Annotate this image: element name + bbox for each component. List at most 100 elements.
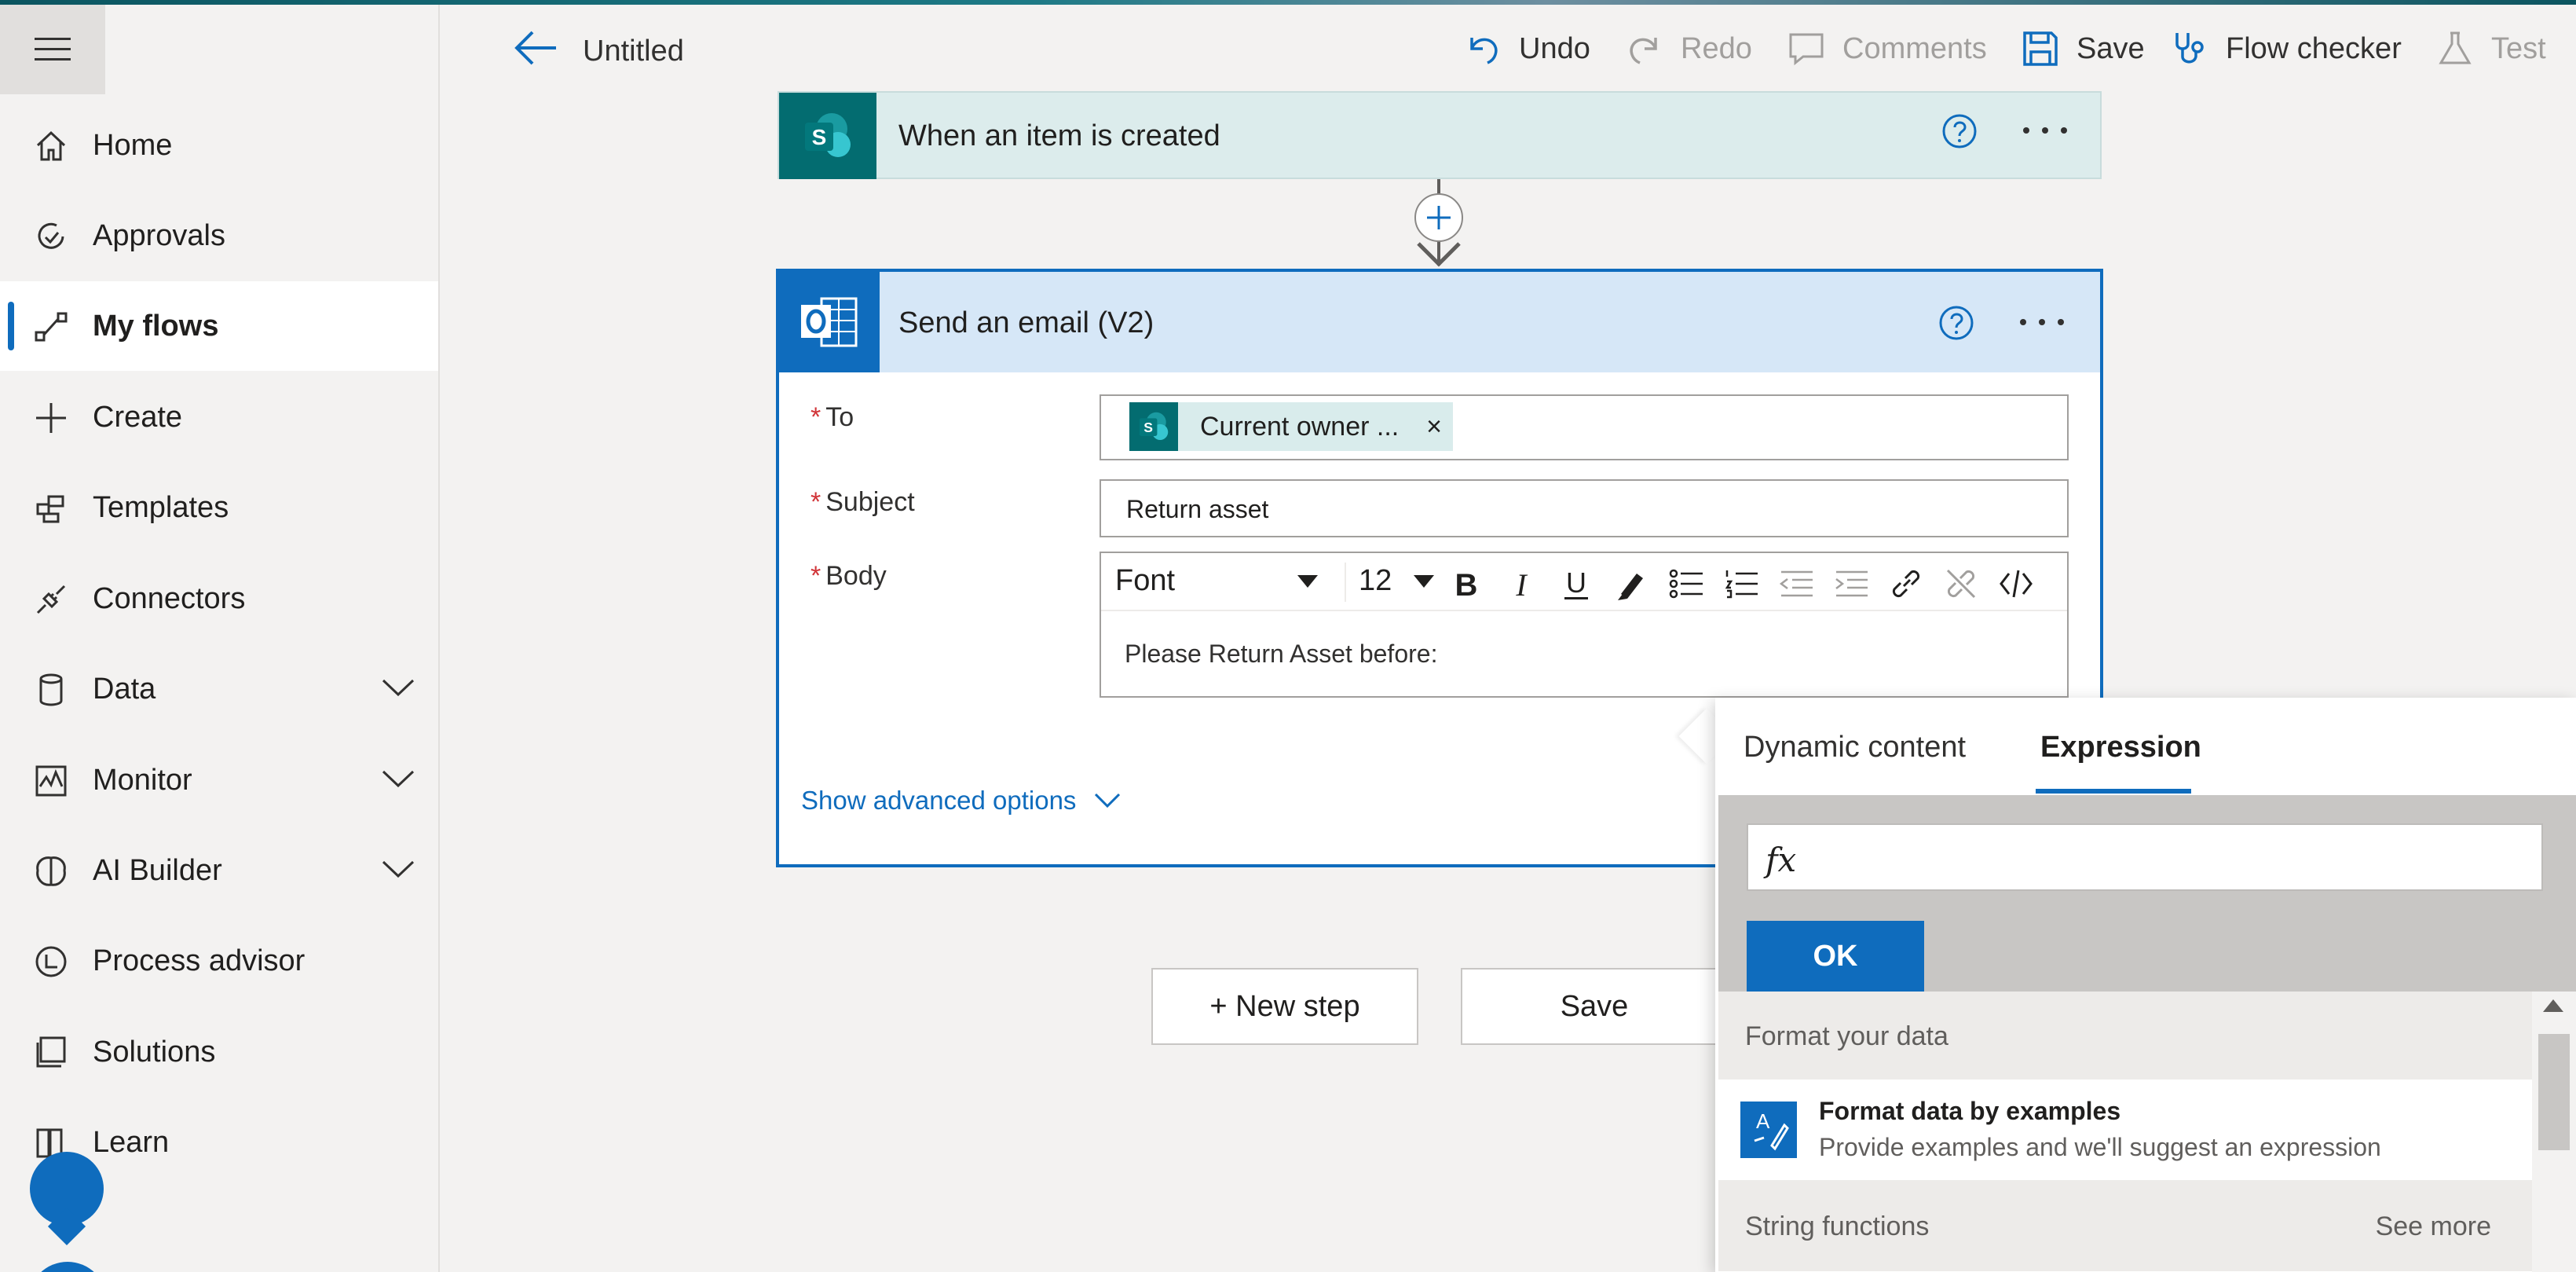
more-options-icon[interactable]: [2017, 314, 2067, 330]
subject-field[interactable]: Return asset: [1100, 479, 2069, 537]
chat-bubble-button[interactable]: [30, 1152, 104, 1226]
dynamic-content-token[interactable]: S Current owner ... ×: [1129, 402, 1453, 451]
body-editor[interactable]: Font 12 B I U Please Return Asset before…: [1100, 552, 2069, 698]
sidebar-item-templates[interactable]: Templates: [0, 463, 438, 552]
trigger-card[interactable]: S When an item is created: [778, 91, 2102, 179]
format-data-by-examples-item[interactable]: A Format data by examples Provide exampl…: [1718, 1080, 2532, 1180]
active-tab-indicator: [2036, 789, 2191, 794]
new-step-button[interactable]: + New step: [1151, 968, 1418, 1045]
svg-text:I: I: [1515, 567, 1528, 602]
redo-icon: [1630, 38, 1657, 64]
sidebar-item-ai-builder[interactable]: AI Builder: [0, 826, 438, 915]
decrease-indent-icon[interactable]: [1778, 566, 1814, 602]
approvals-icon: [38, 222, 64, 249]
italic-icon[interactable]: I: [1503, 566, 1539, 602]
help-icon[interactable]: [1941, 113, 1978, 149]
back-arrow-icon[interactable]: [512, 28, 559, 68]
sidebar-item-label: Data: [93, 672, 156, 706]
sidebar-item-solutions[interactable]: Solutions: [0, 1007, 438, 1097]
sidebar-item-data[interactable]: Data: [0, 644, 438, 734]
stethoscope-icon: [2175, 33, 2204, 64]
font-select[interactable]: Font: [1115, 564, 1175, 598]
highlight-pen-icon[interactable]: [1613, 566, 1649, 602]
insert-step-button[interactable]: [1414, 193, 1463, 242]
underline-icon[interactable]: U: [1558, 566, 1594, 602]
ok-button[interactable]: OK: [1747, 921, 1924, 992]
more-options-icon[interactable]: [2020, 123, 2070, 138]
scrollbar[interactable]: [2532, 992, 2576, 1272]
format-data-icon: A: [1740, 1102, 1797, 1158]
plus-icon: [1427, 206, 1451, 229]
section-string-functions: String functions See more: [1718, 1180, 2532, 1271]
increase-indent-icon[interactable]: [1833, 566, 1869, 602]
toolbar-divider: [1345, 563, 1346, 602]
chevron-down-icon[interactable]: [380, 676, 416, 699]
hamburger-icon: [35, 38, 71, 60]
chevron-down-icon: [1095, 793, 1121, 808]
sharepoint-icon: S: [779, 93, 876, 179]
dynamic-content-panel: Dynamic content Expression fx OK Format …: [1715, 698, 2576, 1272]
svg-text:A: A: [1756, 1109, 1770, 1133]
remove-token-icon[interactable]: ×: [1426, 412, 1442, 442]
help-bubble-button[interactable]: [28, 1262, 107, 1272]
code-view-icon[interactable]: [1998, 566, 2034, 602]
expression-input[interactable]: fx: [1747, 823, 2543, 891]
flow-checker-button[interactable]: Flow checker: [2171, 27, 2402, 71]
templates-icon: [36, 495, 64, 523]
svg-text:U: U: [1566, 566, 1586, 599]
sidebar-item-label: Create: [93, 400, 183, 434]
bold-icon[interactable]: B: [1448, 566, 1484, 602]
sidebar-item-process-advisor[interactable]: Process advisor: [0, 916, 438, 1006]
sidebar-item-approvals[interactable]: Approvals: [0, 191, 438, 280]
section-format-your-data: Format your data: [1718, 992, 2532, 1083]
fx-icon: fx: [1766, 841, 1797, 879]
font-size-select[interactable]: 12: [1359, 564, 1392, 598]
save-button[interactable]: Save: [2022, 27, 2145, 71]
sidebar-item-my-flows[interactable]: My flows: [0, 281, 438, 371]
sidebar-item-home[interactable]: Home: [0, 101, 438, 190]
sidebar-item-label: Learn: [93, 1125, 170, 1159]
sharepoint-icon: S: [1129, 402, 1178, 451]
undo-icon: [1470, 38, 1498, 64]
tab-dynamic-content[interactable]: Dynamic content: [1744, 731, 1966, 764]
unlink-icon[interactable]: [1943, 566, 1979, 602]
numbered-list-icon[interactable]: [1723, 566, 1759, 602]
redo-button[interactable]: Redo: [1626, 27, 1752, 71]
svg-text:S: S: [1143, 420, 1153, 435]
process-advisor-icon: [35, 946, 67, 977]
comments-button[interactable]: Comments: [1787, 27, 1987, 71]
sidebar-item-label: Monitor: [93, 763, 192, 797]
hamburger-menu-button[interactable]: [0, 5, 105, 94]
sidebar-item-label: My flows: [93, 309, 219, 343]
chevron-down-icon[interactable]: [1296, 574, 1319, 589]
sidebar-item-label: Process advisor: [93, 944, 306, 977]
connectors-icon: [36, 585, 66, 614]
sidebar-item-label: Home: [93, 128, 173, 162]
to-field[interactable]: S Current owner ... ×: [1100, 394, 2069, 460]
database-icon: [39, 673, 63, 706]
see-more-link[interactable]: See more: [2376, 1212, 2491, 1242]
subject-label: * Subject: [810, 487, 915, 517]
save-flow-button[interactable]: Save: [1461, 968, 1728, 1045]
outlook-icon: [779, 272, 880, 372]
sidebar-item-label: Approvals: [93, 218, 225, 252]
card-header[interactable]: Send an email (V2): [779, 272, 2100, 372]
link-icon[interactable]: [1888, 566, 1924, 602]
scroll-up-arrow-icon[interactable]: [2543, 999, 2563, 1012]
help-icon[interactable]: [1938, 305, 1974, 341]
chevron-down-icon[interactable]: [1412, 574, 1436, 589]
undo-button[interactable]: Undo: [1464, 27, 1590, 71]
command-bar: Untitled Undo Redo Comments Save Flow ch…: [440, 5, 2576, 91]
svg-text:B: B: [1455, 568, 1478, 602]
show-advanced-options-link[interactable]: Show advanced options: [801, 786, 1122, 816]
sidebar-item-create[interactable]: Create: [0, 372, 438, 462]
test-button[interactable]: Test: [2436, 27, 2546, 71]
plus-icon: [36, 403, 66, 433]
sidebar-item-connectors[interactable]: Connectors: [0, 554, 438, 643]
chevron-down-icon[interactable]: [380, 857, 416, 881]
sidebar-item-monitor[interactable]: Monitor: [0, 735, 438, 825]
bullet-list-icon[interactable]: [1668, 566, 1704, 602]
scrollbar-thumb[interactable]: [2538, 1034, 2570, 1150]
chevron-down-icon[interactable]: [380, 767, 416, 790]
tab-expression[interactable]: Expression: [2040, 731, 2201, 764]
